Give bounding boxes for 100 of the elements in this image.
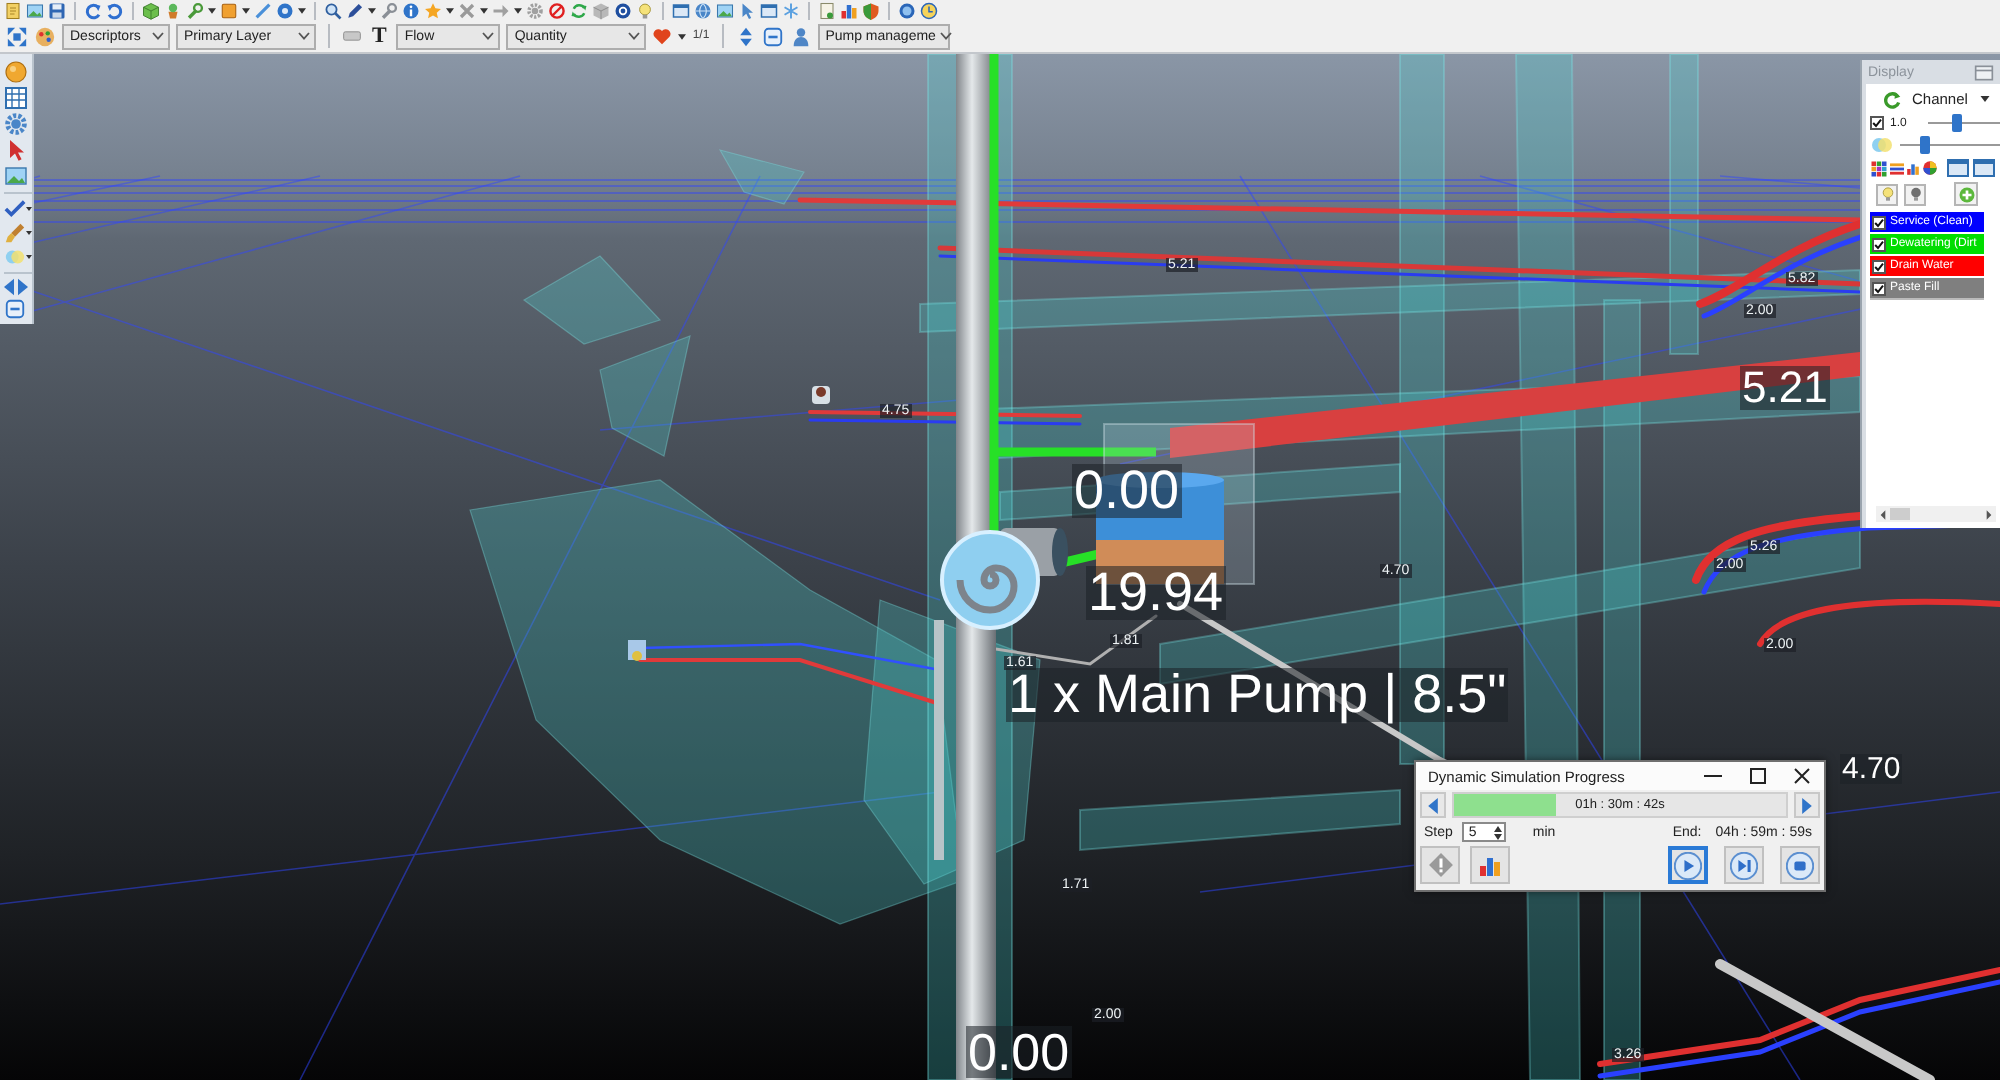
window-icon[interactable] [672, 1, 690, 19]
chevron-icon[interactable] [482, 32, 495, 40]
caret-icon[interactable] [208, 7, 216, 13]
cycle-arrows-icon[interactable] [570, 1, 588, 19]
disc-icon[interactable] [276, 1, 294, 19]
cube-icon[interactable] [142, 1, 160, 19]
window-icon[interactable] [760, 1, 778, 19]
right-arrow-icon[interactable] [18, 278, 28, 296]
play-button[interactable] [1668, 846, 1708, 884]
refresh-icon[interactable] [1882, 89, 1902, 109]
bar-chart-icon[interactable] [1906, 159, 1920, 177]
caret-icon[interactable] [446, 7, 454, 13]
window-icon[interactable] [1972, 158, 1996, 178]
chevron-icon[interactable] [939, 32, 952, 40]
right-arrow-icon[interactable] [1982, 507, 1996, 521]
slider-thumb[interactable] [1919, 136, 1930, 154]
picture-icon[interactable] [716, 1, 734, 19]
warning-button[interactable] [1420, 846, 1460, 884]
gear-icon[interactable] [4, 112, 28, 136]
globe-icon[interactable] [694, 1, 712, 19]
caret-icon[interactable] [26, 254, 32, 260]
chevron-icon[interactable] [628, 32, 641, 40]
sphere-icon[interactable] [4, 60, 28, 84]
marker-icon [812, 386, 830, 404]
rock-shape [718, 149, 805, 205]
prohibited-icon[interactable] [548, 1, 566, 19]
checkbox[interactable] [1872, 237, 1886, 251]
expand-icon[interactable] [6, 25, 28, 47]
note-icon[interactable] [4, 1, 22, 19]
star-icon[interactable] [424, 1, 442, 19]
color-wheel-icon[interactable] [1922, 160, 1938, 176]
window-icon[interactable] [1946, 158, 1970, 178]
checkbox[interactable] [1872, 215, 1886, 229]
warning-icon[interactable] [1427, 852, 1453, 878]
info-icon[interactable] [402, 1, 420, 19]
ring-icon[interactable] [614, 1, 632, 19]
value-label: 5.21 [1740, 366, 1830, 410]
table-icon[interactable] [4, 86, 28, 110]
pump-label: 1 x Main Pump | 8.5" [1006, 668, 1509, 722]
scrollbar[interactable] [1876, 506, 1996, 522]
chevron-icon[interactable] [298, 32, 310, 40]
up-down-arrows-icon[interactable] [735, 25, 756, 47]
shield-icon[interactable] [862, 1, 880, 19]
right-arrow-icon[interactable] [1802, 797, 1812, 813]
caret-icon[interactable] [368, 7, 376, 13]
picture-icon[interactable] [26, 1, 44, 19]
disc-icon[interactable] [898, 1, 916, 19]
color-grid-icon[interactable] [1870, 159, 1888, 177]
caret-icon[interactable] [678, 33, 687, 39]
undo-icon[interactable] [84, 1, 102, 19]
caret-icon[interactable] [26, 230, 32, 236]
checkbox[interactable] [1872, 281, 1886, 295]
person-icon[interactable] [789, 25, 812, 47]
chart-button[interactable] [1470, 846, 1510, 884]
clock-icon[interactable] [920, 1, 938, 19]
stop-button[interactable] [1780, 846, 1820, 884]
snowflake-icon[interactable] [782, 1, 800, 19]
checkbox[interactable] [1872, 259, 1886, 273]
next-button[interactable] [1794, 792, 1820, 818]
redo-icon[interactable] [106, 1, 124, 19]
bar-chart-icon[interactable] [1478, 853, 1502, 877]
cursor-icon[interactable] [4, 138, 28, 162]
marker-icon [628, 640, 646, 661]
cursor-icon[interactable] [738, 1, 756, 19]
caret-icon[interactable] [242, 7, 250, 13]
bar-chart-icon[interactable] [840, 1, 858, 19]
left-arrow-icon[interactable] [1428, 797, 1438, 813]
checkbox[interactable] [1870, 116, 1884, 130]
minus-box-icon[interactable] [4, 298, 26, 320]
left-arrow-icon[interactable] [4, 278, 14, 296]
checkmark-icon[interactable] [4, 198, 26, 220]
left-arrow-icon[interactable] [1876, 507, 1890, 521]
search-icon[interactable] [324, 1, 342, 19]
minus-box-icon[interactable] [761, 25, 784, 47]
picture-icon[interactable] [4, 164, 28, 188]
spinner-icon[interactable] [1494, 825, 1503, 839]
value-label: 0.00 [1072, 464, 1182, 518]
caret-icon[interactable] [480, 7, 488, 13]
window-icon[interactable] [1974, 63, 1994, 81]
text-tool[interactable]: T [368, 25, 391, 47]
previous-button[interactable] [1420, 792, 1446, 818]
heart-icon[interactable] [652, 26, 673, 46]
chevron-icon[interactable] [152, 32, 164, 40]
maximize-icon[interactable] [1750, 768, 1766, 784]
slider-thumb[interactable] [1952, 114, 1963, 132]
minimize-icon[interactable] [1704, 774, 1722, 778]
caret-icon[interactable] [514, 7, 522, 13]
stripes-icon[interactable] [1890, 159, 1904, 177]
palette-icon[interactable] [34, 25, 56, 47]
potted-plant-icon[interactable] [164, 1, 182, 19]
close-icon[interactable] [1794, 768, 1810, 784]
caret-icon[interactable] [26, 206, 32, 212]
step-forward-icon [1730, 851, 1758, 879]
scrollbar-thumb[interactable] [1890, 508, 1910, 520]
caret-icon[interactable] [298, 7, 306, 13]
caret-icon[interactable] [1979, 96, 1990, 102]
pen-icon[interactable] [346, 1, 364, 19]
label-icon[interactable] [342, 26, 362, 46]
document-icon[interactable] [818, 1, 836, 19]
step-forward-button[interactable] [1724, 846, 1764, 884]
